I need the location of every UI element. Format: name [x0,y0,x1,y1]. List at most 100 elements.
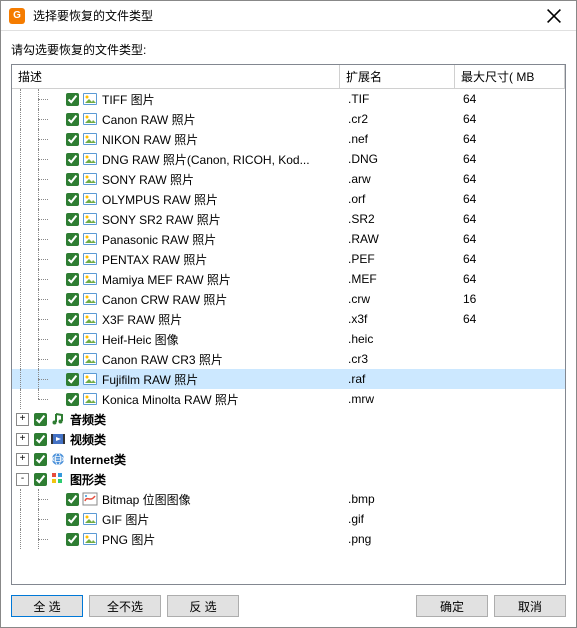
prompt-text: 请勾选要恢复的文件类型: [1,31,576,64]
item-label: PNG 图片 [102,531,155,548]
item-checkbox[interactable] [66,213,79,226]
tree-branch-icon [48,213,61,226]
item-checkbox[interactable] [66,113,79,126]
item-checkbox[interactable] [34,473,47,486]
item-checkbox[interactable] [66,313,79,326]
table-row[interactable]: Mamiya MEF RAW 照片.MEF64 [12,269,565,289]
item-label: DNG RAW 照片(Canon, RICOH, Kod... [102,151,310,168]
img-icon [82,511,98,527]
table-row[interactable]: X3F RAW 照片.x3f64 [12,309,565,329]
table-row[interactable]: Heif-Heic 图像.heic [12,329,565,349]
cancel-button[interactable]: 取消 [494,595,566,617]
item-checkbox[interactable] [66,253,79,266]
tree-branch-icon [48,253,61,266]
item-checkbox[interactable] [66,133,79,146]
item-checkbox[interactable] [34,433,47,446]
item-checkbox[interactable] [34,413,47,426]
table-row[interactable]: - 图形类 [12,469,565,489]
select-none-button[interactable]: 全不选 [89,595,161,617]
item-extension: .raf [342,372,457,386]
item-checkbox[interactable] [66,493,79,506]
item-checkbox[interactable] [66,353,79,366]
table-row[interactable]: TIFF 图片.TIF64 [12,89,565,109]
expand-icon[interactable]: + [16,453,29,466]
tree-branch-icon [48,493,61,506]
expand-icon[interactable]: + [16,433,29,446]
item-label: Internet类 [70,451,126,468]
item-checkbox[interactable] [66,333,79,346]
item-checkbox[interactable] [66,513,79,526]
img-icon [82,91,98,107]
col-extension[interactable]: 扩展名 [340,65,455,88]
ok-button[interactable]: 确定 [416,595,488,617]
table-row[interactable]: + Internet类 [12,449,565,469]
item-max-size: 64 [457,272,565,286]
table-row[interactable]: Canon CRW RAW 照片.crw16 [12,289,565,309]
tree-branch-icon [48,113,61,126]
item-label: PENTAX RAW 照片 [102,251,207,268]
item-label: Fujifilm RAW 照片 [102,371,198,388]
item-checkbox[interactable] [66,393,79,406]
item-extension: .gif [342,512,457,526]
item-max-size: 64 [457,192,565,206]
table-row[interactable]: +音频类 [12,409,565,429]
collapse-icon[interactable]: - [16,473,29,486]
item-checkbox[interactable] [34,453,47,466]
item-checkbox[interactable] [66,153,79,166]
item-extension: .RAW [342,232,457,246]
table-row[interactable]: PENTAX RAW 照片.PEF64 [12,249,565,269]
table-row[interactable]: +视频类 [12,429,565,449]
table-row[interactable]: Canon RAW CR3 照片.cr3 [12,349,565,369]
item-extension: .png [342,532,457,546]
table-row[interactable]: PNG 图片 .png [12,529,565,549]
expand-icon[interactable]: + [16,413,29,426]
item-label: Canon CRW RAW 照片 [102,291,227,308]
table-row[interactable]: GIF 图片.gif [12,509,565,529]
item-extension: .SR2 [342,212,457,226]
img-icon [82,371,98,387]
tree-branch-icon [48,393,61,406]
item-checkbox[interactable] [66,293,79,306]
table-row[interactable]: SONY RAW 照片.arw64 [12,169,565,189]
img-icon [82,151,98,167]
col-description[interactable]: 描述 [12,65,340,88]
img-icon [82,271,98,287]
item-extension: .mrw [342,392,457,406]
invert-selection-button[interactable]: 反 选 [167,595,239,617]
item-extension: .nef [342,132,457,146]
table-row[interactable]: DNG RAW 照片(Canon, RICOH, Kod....DNG64 [12,149,565,169]
item-checkbox[interactable] [66,273,79,286]
tree-branch-icon [48,533,61,546]
table-header: 描述 扩展名 最大尺寸( MB [12,65,565,89]
table-row[interactable]: Panasonic RAW 照片.RAW64 [12,229,565,249]
item-max-size: 64 [457,252,565,266]
table-row[interactable]: SONY SR2 RAW 照片.SR264 [12,209,565,229]
item-extension: .crw [342,292,457,306]
item-checkbox[interactable] [66,193,79,206]
tree-branch-icon [48,193,61,206]
file-type-table[interactable]: 描述 扩展名 最大尺寸( MB TIFF 图片.TIF64Canon RAW 照… [11,64,566,585]
item-checkbox[interactable] [66,93,79,106]
item-checkbox[interactable] [66,233,79,246]
item-extension: .cr2 [342,112,457,126]
table-row[interactable]: OLYMPUS RAW 照片.orf64 [12,189,565,209]
table-row[interactable]: Bitmap 位图图像.bmp [12,489,565,509]
item-extension: .x3f [342,312,457,326]
graphic-icon [50,471,66,487]
table-row[interactable]: Fujifilm RAW 照片 .raf [12,369,565,389]
img-icon [82,331,98,347]
item-label: 图形类 [70,471,106,488]
table-row[interactable]: Konica Minolta RAW 照片.mrw [12,389,565,409]
col-max-size[interactable]: 最大尺寸( MB [455,65,565,88]
img-icon [82,391,98,407]
item-checkbox[interactable] [66,173,79,186]
tree-branch-icon [48,313,61,326]
img-icon [82,251,98,267]
select-all-button[interactable]: 全 选 [11,595,83,617]
item-checkbox[interactable] [66,533,79,546]
close-button[interactable] [531,1,576,31]
table-row[interactable]: Canon RAW 照片.cr264 [12,109,565,129]
tree-branch-icon [48,93,61,106]
item-checkbox[interactable] [66,373,79,386]
table-row[interactable]: NIKON RAW 照片.nef64 [12,129,565,149]
